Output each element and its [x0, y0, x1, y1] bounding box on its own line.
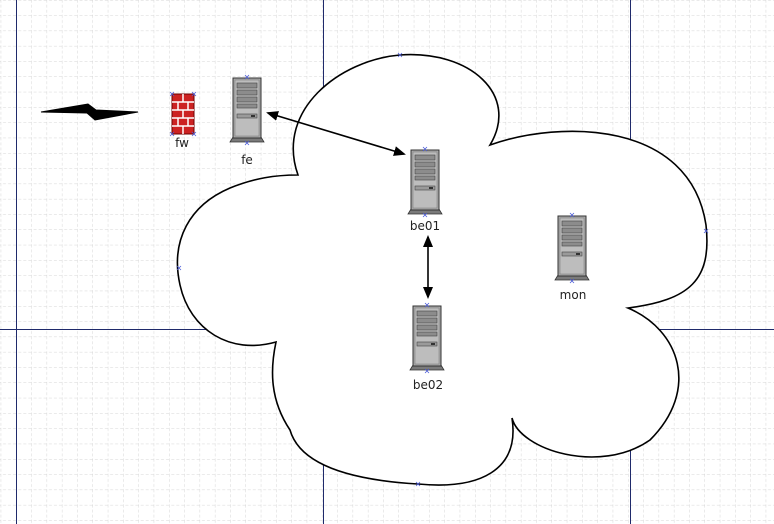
node-label-fw: fw [175, 136, 189, 150]
firewall-icon[interactable] [169, 91, 197, 137]
server-icon-fe[interactable] [229, 74, 265, 146]
node-label-be01: be01 [409, 219, 441, 233]
server-icon-be02[interactable] [409, 302, 445, 374]
node-label-fe: fe [241, 153, 253, 167]
node-label-mon: mon [559, 288, 587, 302]
node-label-be02: be02 [412, 378, 444, 392]
diagram-canvas[interactable] [0, 0, 774, 524]
server-icon-be01[interactable] [407, 146, 443, 218]
server-icon-mon[interactable] [554, 212, 590, 284]
